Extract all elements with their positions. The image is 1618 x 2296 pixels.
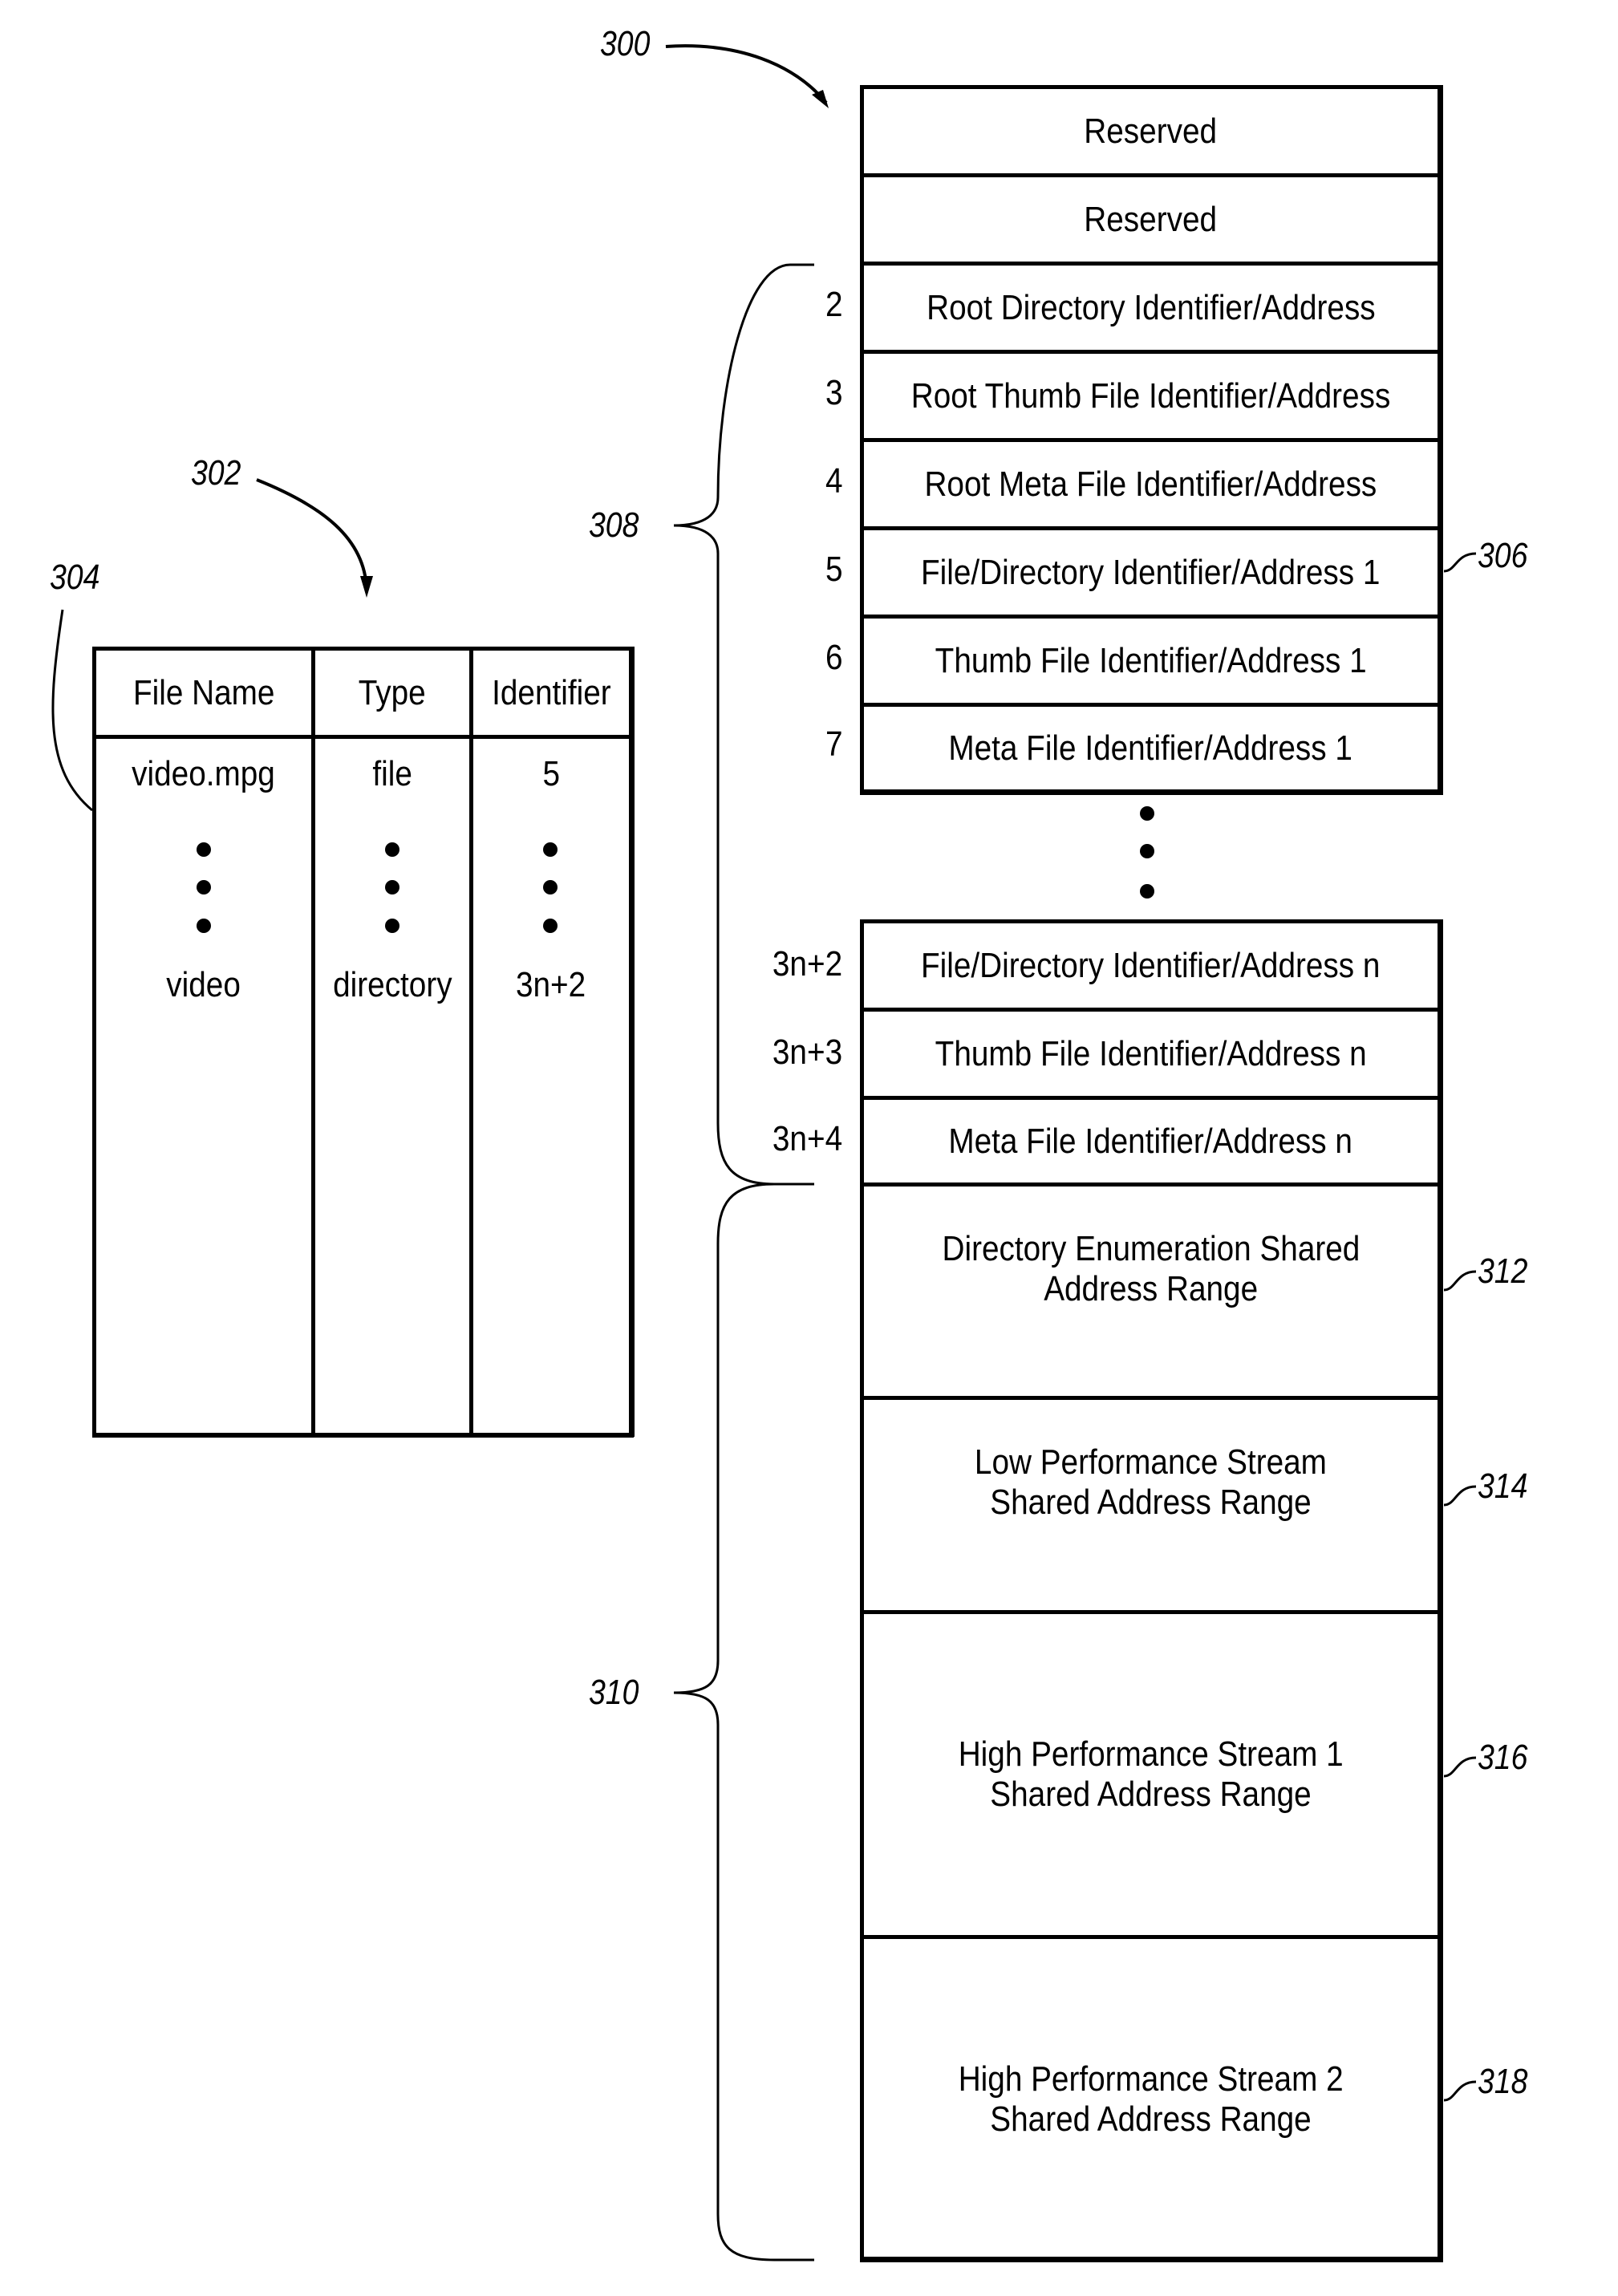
cell-file-name: video [166,965,241,1004]
arrow-300 [665,44,828,104]
row-index: 7 [825,724,842,764]
shared-range-high-performance-2: High Performance Stream 2 Shared Address… [958,2059,1344,2139]
shared-range-high-performance-1: High Performance Stream 1 Shared Address… [958,1734,1344,1814]
table-border-bottom [92,1433,634,1438]
cell-file-name: video.mpg [132,754,276,793]
ellipsis-dot [385,842,399,857]
ref-label-316: 316 [1478,1738,1528,1777]
ellipsis-dot [197,880,211,894]
row-index: 3n+3 [772,1032,842,1072]
ellipsis-dot [543,842,558,857]
arrowhead-300 [812,90,829,108]
memory-row-reserved: Reserved [1084,111,1218,151]
ref-label-308: 308 [589,505,639,545]
memory-row-label: Meta File Identifier/Address n [948,1121,1353,1161]
ellipsis-dot [543,880,558,894]
block-border-bottom [860,2257,1443,2262]
leader-314 [1443,1485,1477,1507]
ref-label-314: 314 [1478,1466,1528,1506]
memory-row-label: Thumb File Identifier/Address n [935,1033,1367,1073]
leader-306 [1443,552,1477,573]
shared-range-directory-enumeration: Directory Enumeration Shared Address Ran… [942,1228,1360,1308]
arrow-302 [256,478,368,590]
ref-label-304: 304 [50,558,100,597]
memory-row-label: Root Meta File Identifier/Address [924,464,1377,504]
cell-type: directory [332,965,452,1004]
leader-316 [1443,1756,1477,1778]
ellipsis-dot [385,919,399,933]
row-index: 6 [825,638,842,677]
leader-304 [51,609,93,812]
block-border-bottom [860,789,1443,795]
memory-row-label: Thumb File Identifier/Address 1 [935,640,1367,680]
ref-label-306: 306 [1478,536,1528,575]
memory-row-reserved: Reserved [1084,199,1218,239]
table-header-divider [92,735,634,739]
shared-range-low-performance: Low Performance Stream Shared Address Ra… [974,1442,1328,1522]
row-index: 4 [825,461,842,501]
ellipsis-dot [1140,884,1154,899]
column-header-file-name: File Name [132,672,275,712]
cell-identifier: 3n+2 [516,965,586,1004]
cell-identifier: 5 [542,754,560,793]
memory-row-label: Meta File Identifier/Address 1 [948,728,1353,768]
memory-row-label: File/Directory Identifier/Address n [921,945,1381,985]
ref-label-318: 318 [1478,2062,1528,2101]
ref-label-310: 310 [589,1673,639,1712]
leader-318 [1443,2080,1477,2102]
row-index: 3n+4 [772,1119,842,1158]
ellipsis-dot [543,919,558,933]
memory-row-label: Root Directory Identifier/Address [926,287,1376,327]
leader-312 [1443,1270,1477,1292]
column-header-identifier: Identifier [491,672,611,712]
column-header-type: Type [359,672,426,712]
row-index: 3 [825,373,842,412]
ellipsis-dot [197,842,211,857]
memory-row-label: File/Directory Identifier/Address 1 [921,552,1381,592]
ref-label-312: 312 [1478,1251,1528,1291]
ref-label-300: 300 [600,24,651,63]
block-border-right [1438,919,1443,2262]
ellipsis-dot [197,919,211,933]
row-index: 3n+2 [772,944,842,984]
ref-label-302: 302 [191,453,241,493]
ellipsis-dot [385,880,399,894]
row-index: 5 [825,550,842,589]
ellipsis-dot [1140,844,1154,858]
brace-310 [673,1182,814,2262]
cell-type: file [372,754,412,793]
table-border-right [629,647,635,1437]
ellipsis-dot [1140,806,1154,821]
memory-row-label: Root Thumb File Identifier/Address [910,375,1391,416]
row-index: 2 [825,285,842,324]
arrowhead-302 [360,576,373,598]
